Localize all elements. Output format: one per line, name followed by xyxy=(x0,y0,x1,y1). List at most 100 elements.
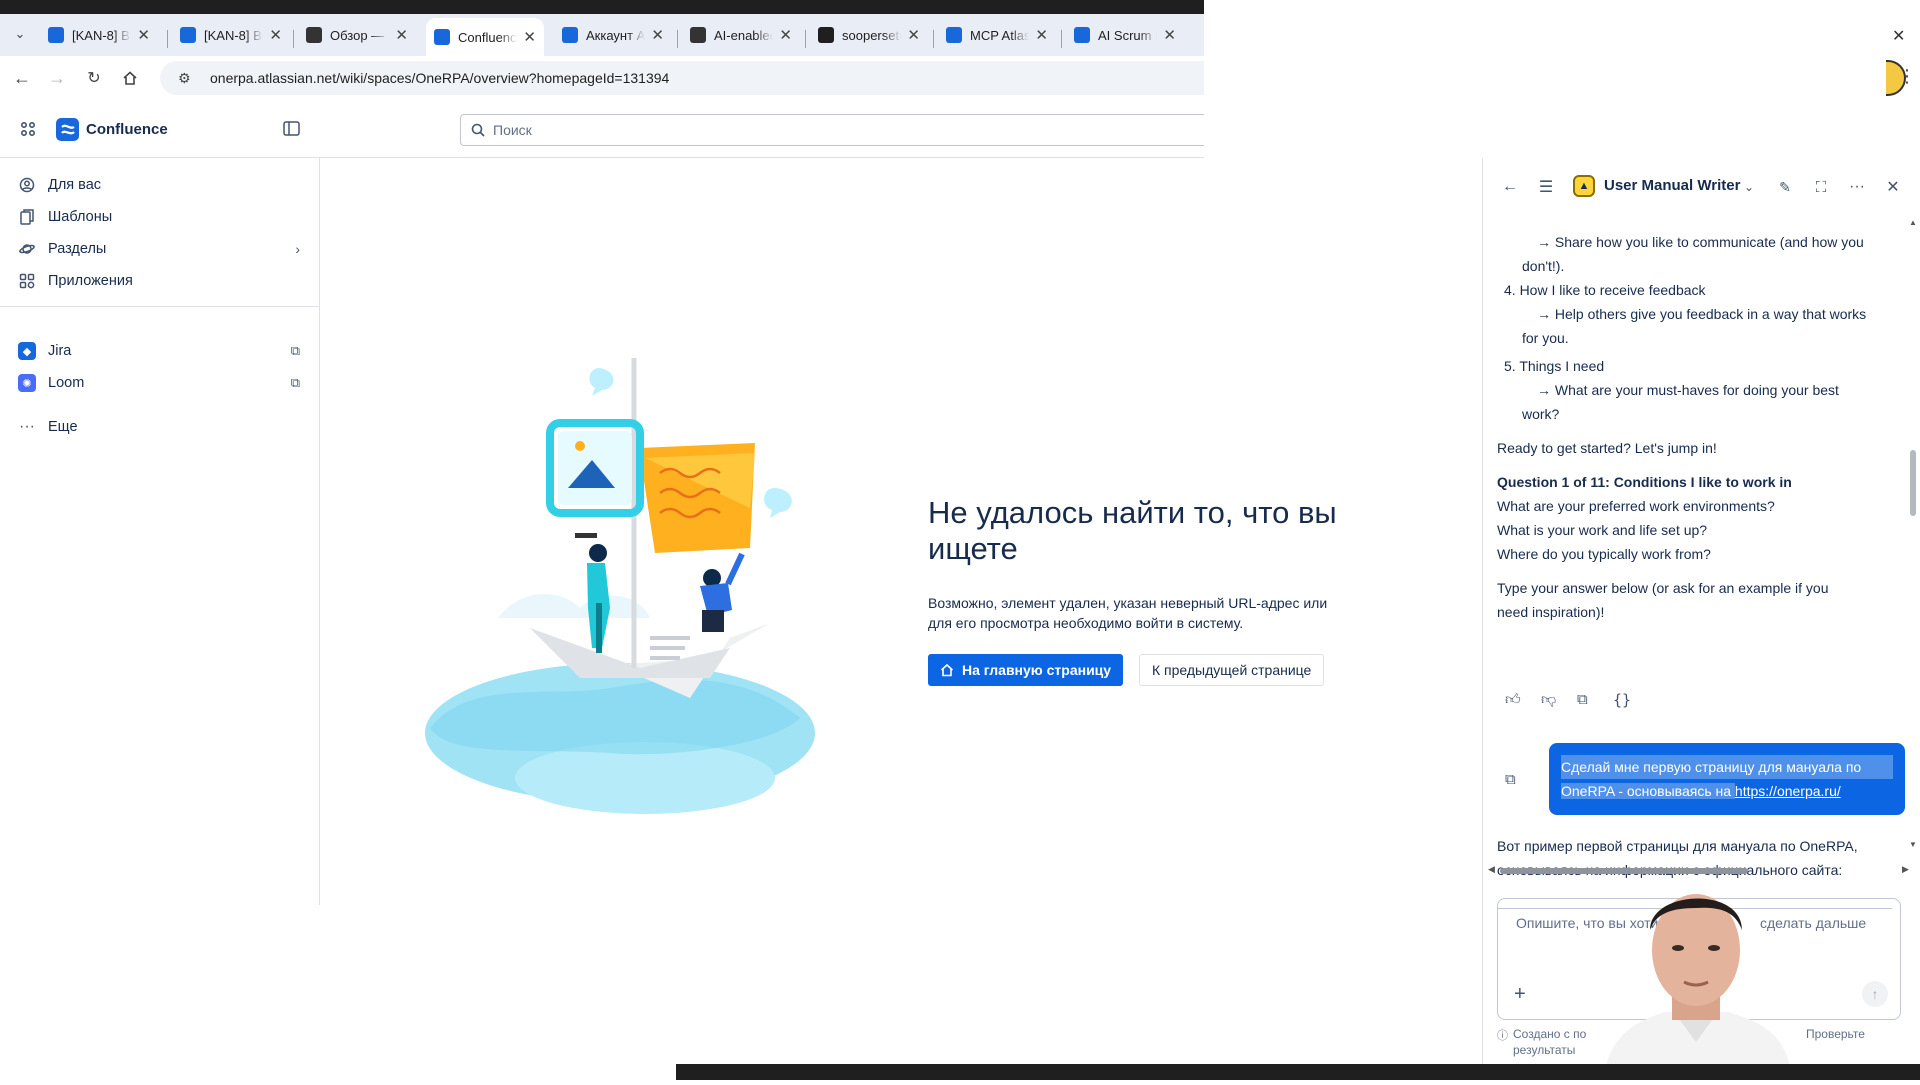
browser-tab[interactable]: Аккаунт A ✕ xyxy=(554,20,672,50)
thumbs-down-icon[interactable]: 👎︎ xyxy=(1541,688,1556,712)
vertical-scrollbar[interactable]: ▲ ▼ xyxy=(1907,218,1917,850)
message-line: Where do you typically work from? xyxy=(1497,546,1711,562)
home-icon xyxy=(940,663,954,677)
sidebar-item-loom[interactable]: ✺ Loom ⧉ xyxy=(18,370,300,396)
close-tab-icon[interactable]: ✕ xyxy=(651,26,664,44)
question-heading: Question 1 of 11: Conditions I like to w… xyxy=(1497,474,1792,490)
back-arrow-icon[interactable]: ← xyxy=(10,66,34,90)
browser-tab[interactable]: soopersetu ✕ xyxy=(810,20,928,50)
tab-separator xyxy=(677,30,678,48)
user-message-text: OneRPA - основываясь на xyxy=(1561,783,1735,799)
tab-title: Обзор — xyxy=(330,27,385,43)
close-tab-icon[interactable]: ✕ xyxy=(395,26,408,44)
sidebar-item-jira[interactable]: ◆ Jira ⧉ xyxy=(18,338,300,364)
agent-name[interactable]: User Manual Writer xyxy=(1604,177,1740,194)
scroll-left-icon[interactable]: ◀ xyxy=(1488,864,1495,875)
home-icon[interactable] xyxy=(118,66,142,90)
sidebar-item-label: Для вас xyxy=(48,177,102,193)
close-tab-icon[interactable]: ✕ xyxy=(1163,26,1176,44)
user-message-bubble[interactable]: Сделай мне первую страницу для мануала п… xyxy=(1549,743,1905,815)
message-line: 5. Things I need xyxy=(1504,358,1605,374)
json-braces-icon[interactable]: {} xyxy=(1613,688,1631,712)
message-line: 4. How I like to receive feedback xyxy=(1504,282,1706,298)
user-message-link[interactable]: https://onerpa.ru/ xyxy=(1735,783,1841,799)
cloud-icon xyxy=(306,27,322,43)
close-tab-icon[interactable]: ✕ xyxy=(779,26,792,44)
browser-tab[interactable]: Confluence ✕ xyxy=(426,18,544,56)
app-name[interactable]: Confluence xyxy=(86,121,168,138)
browser-tab[interactable]: Обзор — ✕ xyxy=(298,20,416,50)
message-line: What are your preferred work environment… xyxy=(1497,498,1775,514)
fullscreen-icon[interactable]: ⛶ xyxy=(1810,176,1832,198)
tab-title: soopersetu xyxy=(842,27,902,43)
chevron-down-icon[interactable]: ⌄ xyxy=(1738,176,1760,198)
message-line: Ready to get started? Let's jump in! xyxy=(1497,440,1717,456)
close-tab-icon[interactable]: ✕ xyxy=(1035,26,1048,44)
jira-icon xyxy=(48,27,64,43)
external-link-icon[interactable]: ⧉ xyxy=(291,343,300,359)
tab-separator xyxy=(293,30,294,48)
close-tab-icon[interactable]: ✕ xyxy=(907,26,920,44)
disclaimer-check-text: Проверьте xyxy=(1806,1027,1865,1041)
sidebar-item-apps[interactable]: Приложения xyxy=(18,268,133,294)
menu-icon[interactable]: ☰ xyxy=(1535,176,1557,198)
copy-icon[interactable]: ⧉ xyxy=(1577,688,1588,712)
thumbs-up-icon[interactable]: 👍︎ xyxy=(1505,688,1521,712)
back-arrow-icon[interactable]: ← xyxy=(1499,176,1521,198)
agent-avatar-icon: ▲ xyxy=(1573,175,1595,197)
confluence-logo-icon[interactable] xyxy=(56,118,79,141)
sidebar-item-label: Jira xyxy=(48,343,72,359)
close-tab-icon[interactable]: ✕ xyxy=(523,28,536,46)
template-icon xyxy=(18,208,36,226)
scroll-up-icon[interactable]: ▲ xyxy=(1909,218,1917,227)
sidebar-item-for-you[interactable]: Для вас xyxy=(18,172,101,198)
app-switcher-icon[interactable] xyxy=(20,121,36,142)
browser-tab[interactable]: MCP Atlas ✕ xyxy=(938,20,1056,50)
message-line: need inspiration)! xyxy=(1497,604,1605,620)
browser-tab[interactable]: [KAN-8] Bi ✕ xyxy=(172,20,290,50)
browser-tab[interactable]: [KAN-8] Bi ✕ xyxy=(40,20,158,50)
copy-icon[interactable]: ⧉ xyxy=(1505,768,1516,792)
browser-right-controls: ✕ ⋮ xyxy=(1886,14,1920,124)
chevron-right-icon[interactable]: › xyxy=(295,241,300,257)
sidebar-item-templates[interactable]: Шаблоны xyxy=(18,204,112,230)
browser-tab[interactable]: AI-enablec ✕ xyxy=(682,20,800,50)
scroll-right-icon[interactable]: ▶ xyxy=(1902,864,1909,875)
sidebar-item-label: Шаблоны xyxy=(48,209,113,225)
search-input[interactable]: Поиск xyxy=(460,114,1204,146)
go-home-button[interactable]: На главную страницу xyxy=(928,654,1124,686)
sidebar-item-spaces[interactable]: Разделы › xyxy=(18,236,300,262)
forward-arrow-icon[interactable]: → xyxy=(45,66,69,90)
close-panel-icon[interactable]: ✕ xyxy=(1882,176,1904,198)
loom-icon: ✺ xyxy=(18,374,36,392)
tab-title: AI-enablec xyxy=(714,27,774,43)
send-arrow-icon[interactable]: ↑ xyxy=(1862,981,1888,1007)
search-icon xyxy=(471,123,485,137)
sidebar-item-more[interactable]: ··· Еще xyxy=(18,414,78,440)
close-window-icon[interactable]: ✕ xyxy=(1892,26,1905,46)
scroll-down-icon[interactable]: ▼ xyxy=(1909,840,1917,849)
add-attachment-icon[interactable]: + xyxy=(1514,983,1526,1006)
close-tab-icon[interactable]: ✕ xyxy=(137,26,150,44)
user-message-text: Сделай мне первую страницу для мануала п… xyxy=(1561,755,1893,779)
sidebar-divider xyxy=(0,306,319,307)
browser-menu-icon[interactable]: ⋮ xyxy=(1898,66,1916,87)
tab-title: MCP Atlas xyxy=(970,27,1030,43)
tab-search-chevron-icon[interactable]: ⌄ xyxy=(8,22,32,46)
site-settings-icon[interactable]: ⚙ xyxy=(178,70,196,87)
more-options-icon[interactable]: ··· xyxy=(1846,176,1868,198)
previous-page-button[interactable]: К предыдущей странице xyxy=(1139,654,1325,686)
scrollbar-thumb[interactable] xyxy=(1910,450,1916,516)
message-line: → Help others give you feedback in a way… xyxy=(1537,306,1867,322)
close-tab-icon[interactable]: ✕ xyxy=(269,26,282,44)
external-link-icon[interactable]: ⧉ xyxy=(291,375,300,391)
tab-title: AI Scrum M xyxy=(1098,27,1157,43)
message-line: for you. xyxy=(1522,330,1569,346)
message-line: What is your work and life set up? xyxy=(1497,522,1708,538)
browser-tab[interactable]: AI Scrum M ✕ xyxy=(1066,20,1184,50)
atlassian-icon xyxy=(562,27,578,43)
url-field[interactable]: ⚙ onerpa.atlassian.net/wiki/spaces/OneRP… xyxy=(160,61,1204,95)
new-chat-icon[interactable]: ✎ xyxy=(1774,176,1796,198)
collapse-sidebar-icon[interactable] xyxy=(283,121,300,141)
reload-icon[interactable]: ↻ xyxy=(82,66,106,90)
